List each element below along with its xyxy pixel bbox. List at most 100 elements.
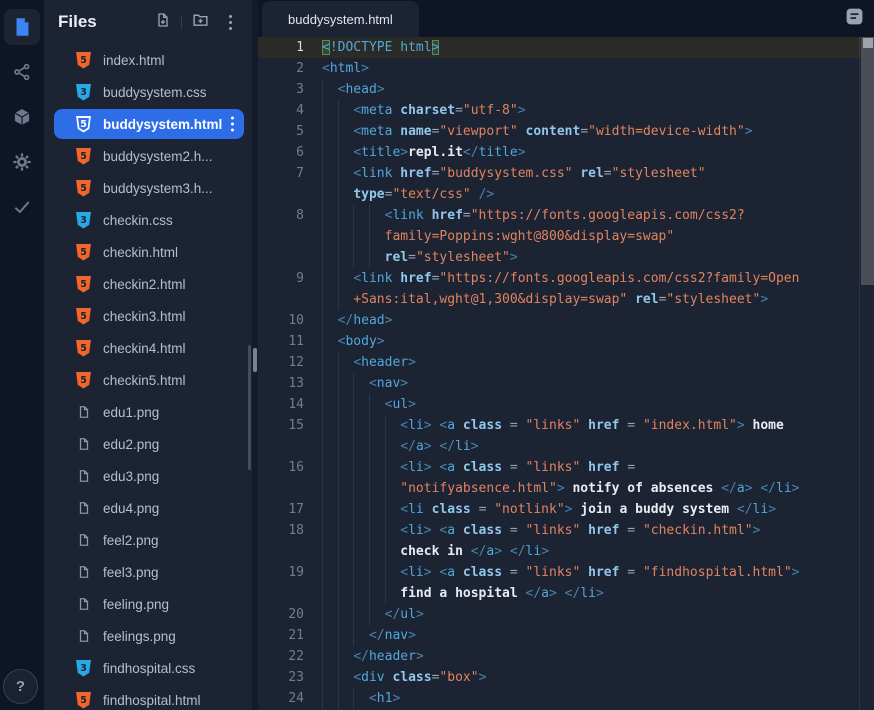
code-text: <link href="https://fonts.googleapis.com… [322, 205, 874, 226]
indent-guide [322, 625, 323, 646]
file-row-edu3-png[interactable]: edu3.png [44, 460, 252, 492]
file-row-checkin5-html[interactable]: 5 checkin5.html [44, 364, 252, 396]
file-row-edu1-png[interactable]: edu1.png [44, 396, 252, 428]
code-line-9-part2[interactable]: +Sans:ital,wght@1,300&display=swap" rel=… [258, 289, 874, 310]
code-line-19-part1[interactable]: 19 <li> <a class = "links" href = "findh… [258, 562, 874, 583]
code-line-8-part2[interactable]: family=Poppins:wght@800&display=swap" [258, 226, 874, 247]
file-icon [11, 16, 33, 38]
share-icon [12, 62, 32, 82]
indent-guide [337, 625, 339, 646]
code-line-23[interactable]: 23 <div class="box"> [258, 667, 874, 688]
code-line-10[interactable]: 10 </head> [258, 310, 874, 331]
rail-checks-button[interactable] [4, 189, 40, 225]
code-line-20[interactable]: 20 </ul> [258, 604, 874, 625]
file-kebab-icon[interactable] [231, 116, 234, 132]
code-line-6[interactable]: 6 <title>repl.it</title> [258, 142, 874, 163]
file-row-edu4-png[interactable]: edu4.png [44, 492, 252, 524]
code-line-18-part1[interactable]: 18 <li> <a class = "links" href = "check… [258, 520, 874, 541]
file-name: findhospital.html [103, 692, 201, 708]
code-line-2[interactable]: 2 <html> [258, 58, 874, 79]
code-line-15-part1[interactable]: 15 <li> <a class = "links" href = "index… [258, 415, 874, 436]
file-name: buddysystem2.h... [103, 148, 213, 164]
file-name: buddysystem.css [103, 84, 207, 100]
file-row-buddysystem2-h-[interactable]: 5 buddysystem2.h... [44, 140, 252, 172]
help-button[interactable]: ? [3, 669, 38, 704]
file-row-checkin-css[interactable]: 3 checkin.css [44, 204, 252, 236]
code-text: <head> [322, 79, 874, 100]
code-line-12[interactable]: 12 <header> [258, 352, 874, 373]
indent-guide [322, 646, 323, 667]
file-row-buddysystem-html[interactable]: 5 buddysystem.html [54, 109, 244, 139]
file-row-findhospital-css[interactable]: 3 findhospital.css [44, 652, 252, 684]
file-name: feelings.png [103, 628, 176, 644]
file-row-findhospital-html[interactable]: 5 findhospital.html [44, 684, 252, 710]
code-line-8-part1[interactable]: 8 <link href="https://fonts.googleapis.c… [258, 205, 874, 226]
code-line-21[interactable]: 21 </nav> [258, 625, 874, 646]
file-row-buddysystem3-h-[interactable]: 5 buddysystem3.h... [44, 172, 252, 204]
file-row-checkin3-html[interactable]: 5 checkin3.html [44, 300, 252, 332]
file-row-index-html[interactable]: 5 index.html [44, 44, 252, 76]
cube-icon [12, 107, 32, 127]
rail-version-control-button[interactable] [4, 54, 40, 90]
indent-guide [353, 457, 355, 478]
tab-buddysystem-html[interactable]: buddysystem.html [262, 1, 419, 37]
editor-options-button[interactable] [845, 7, 864, 31]
code-line-14[interactable]: 14 <ul> [258, 394, 874, 415]
indent-guide [368, 562, 370, 583]
code-line-18-part2[interactable]: check in </a> </li> [258, 541, 874, 562]
file-row-checkin4-html[interactable]: 5 checkin4.html [44, 332, 252, 364]
indent-guide [322, 142, 323, 163]
code-line-9-part1[interactable]: 9 <link href="https://fonts.googleapis.c… [258, 268, 874, 289]
rail-files-button[interactable] [4, 9, 40, 45]
editor-scrollbar[interactable] [859, 37, 874, 710]
code-text: <nav> [322, 373, 874, 394]
files-panel-header: Files [44, 0, 252, 44]
file-icon [76, 596, 91, 613]
file-row-edu2-png[interactable]: edu2.png [44, 428, 252, 460]
indent-guide [322, 415, 323, 436]
indent-guide [368, 205, 370, 226]
code-line-1[interactable]: 1 <!DOCTYPE html> [258, 37, 874, 58]
code-text: <header> [322, 352, 874, 373]
code-text: <li> <a class = "links" href = [322, 457, 874, 478]
code-line-16-part2[interactable]: "notifyabsence.html"> notify of absences… [258, 478, 874, 499]
indent-guide [353, 394, 355, 415]
code-text: <div class="box"> [322, 667, 874, 688]
file-row-checkin-html[interactable]: 5 checkin.html [44, 236, 252, 268]
add-folder-icon [192, 11, 209, 33]
code-line-16-part1[interactable]: 16 <li> <a class = "links" href = [258, 457, 874, 478]
code-line-4[interactable]: 4 <meta charset="utf-8"> [258, 100, 874, 121]
code-line-3[interactable]: 3 <head> [258, 79, 874, 100]
panel-resize-handle[interactable] [253, 348, 257, 372]
file-row-feel2-png[interactable]: feel2.png [44, 524, 252, 556]
line-number: 24 [288, 691, 304, 706]
code-line-11[interactable]: 11 <body> [258, 331, 874, 352]
indent-guide [322, 604, 323, 625]
rail-packages-button[interactable] [4, 99, 40, 135]
code-line-17[interactable]: 17 <li class = "notlink"> join a buddy s… [258, 499, 874, 520]
code-line-15-part2[interactable]: </a> </li> [258, 436, 874, 457]
file-row-feelings-png[interactable]: feelings.png [44, 620, 252, 652]
code-line-5[interactable]: 5 <meta name="viewport" content="width=d… [258, 121, 874, 142]
sidebar-scrollbar-thumb[interactable] [248, 345, 251, 470]
code-line-19-part2[interactable]: find a hospital </a> </li> [258, 583, 874, 604]
add-file-button[interactable] [151, 10, 175, 34]
code-line-7-part1[interactable]: 7 <link href="buddysystem.css" rel="styl… [258, 163, 874, 184]
code-line-24[interactable]: 24 <h1> [258, 688, 874, 709]
code-line-13[interactable]: 13 <nav> [258, 373, 874, 394]
file-name: edu4.png [103, 500, 160, 516]
file-row-checkin2-html[interactable]: 5 checkin2.html [44, 268, 252, 300]
file-row-feeling-png[interactable]: feeling.png [44, 588, 252, 620]
indent-guide [368, 541, 370, 562]
editor-scrollbar-thumb[interactable] [861, 37, 874, 285]
file-row-buddysystem-css[interactable]: 3 buddysystem.css [44, 76, 252, 108]
code-line-22[interactable]: 22 </header> [258, 646, 874, 667]
rail-settings-button[interactable] [4, 144, 40, 180]
code-line-8-part3[interactable]: rel="stylesheet"> [258, 247, 874, 268]
file-row-feel3-png[interactable]: feel3.png [44, 556, 252, 588]
code-editor[interactable]: 1 <!DOCTYPE html> 2 <html> 3 <head> 4 <meta c… [258, 37, 874, 710]
indent-guide [322, 457, 323, 478]
files-menu-button[interactable] [218, 10, 242, 34]
code-line-7-part2[interactable]: type="text/css" /> [258, 184, 874, 205]
add-folder-button[interactable] [188, 10, 212, 34]
